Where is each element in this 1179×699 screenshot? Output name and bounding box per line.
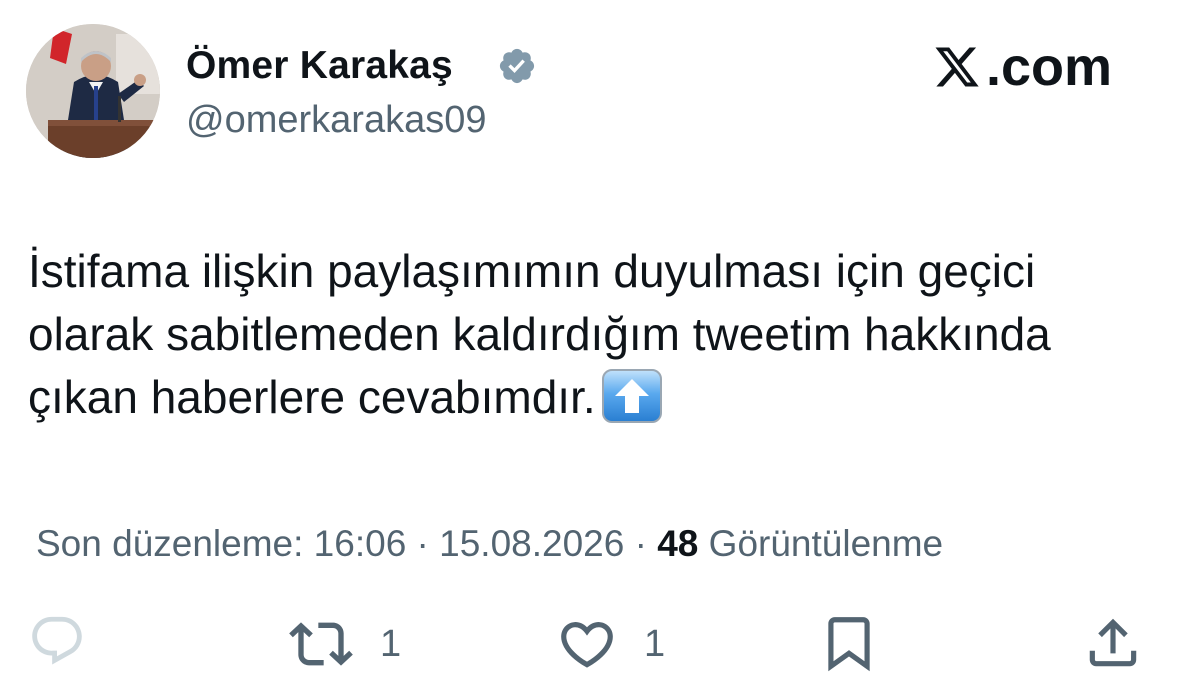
share-button[interactable] <box>1082 612 1144 674</box>
author-name[interactable]: Ömer Karakaş <box>186 42 453 90</box>
heart-icon <box>561 622 613 668</box>
views-label: Görüntülenme <box>708 523 944 564</box>
reply-icon <box>32 616 82 665</box>
avatar[interactable] <box>26 24 160 158</box>
share-icon <box>1089 618 1137 667</box>
brand-label: .com <box>932 36 1112 98</box>
like-count: 1 <box>644 623 666 665</box>
meta-separator: · <box>624 523 658 564</box>
verified-badge-icon <box>499 48 535 84</box>
reply-button[interactable] <box>28 612 86 670</box>
like-button[interactable]: 1 <box>556 612 665 676</box>
brand-domain: .com <box>986 37 1113 97</box>
retweet-icon <box>289 622 353 666</box>
edited-timestamp[interactable]: Son düzenleme: 16:06 · 15.08.2026 <box>36 523 624 564</box>
bookmark-button[interactable] <box>818 612 880 674</box>
author-handle[interactable]: @omerkarakas09 <box>186 96 486 144</box>
retweet-button[interactable]: 1 <box>284 612 401 676</box>
bookmark-icon <box>828 617 870 672</box>
views-count: 48 <box>657 523 699 564</box>
tweet-body: İstifama ilişkin paylaşımımın duyulması … <box>28 240 1158 429</box>
tweet-text: İstifama ilişkin paylaşımımın duyulması … <box>28 245 1051 423</box>
up-arrow-emoji <box>601 369 662 423</box>
retweet-count: 1 <box>380 623 402 665</box>
x-logo-icon <box>935 47 979 87</box>
tweet-meta: Son düzenleme: 16:06 · 15.08.2026 · 48 G… <box>36 520 943 568</box>
